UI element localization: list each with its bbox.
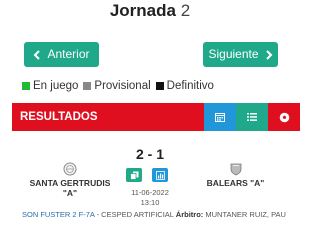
title-word: Jornada: [109, 1, 176, 20]
list-button[interactable]: [236, 103, 268, 131]
next-button[interactable]: Siguiente: [203, 42, 278, 67]
away-crest-icon: [230, 163, 241, 176]
title-number: 2: [180, 1, 191, 20]
legend-swatch: [22, 82, 30, 90]
results-bar: RESULTADOS: [12, 103, 300, 131]
away-team[interactable]: BALEARS "A": [193, 162, 278, 188]
match-time: 13:10: [140, 198, 160, 207]
legend-swatch: [83, 82, 92, 90]
match-copy-button[interactable]: [126, 168, 142, 182]
match-date: 11-06-2022: [131, 188, 169, 197]
list-icon: [247, 113, 257, 121]
referee-label: Árbitro:: [175, 210, 204, 219]
status-legend: En juego Provisional Definitivo: [22, 80, 214, 92]
bar-chart-icon: [155, 170, 165, 180]
match-score: 2 - 1: [135, 146, 164, 162]
match-stats-button[interactable]: [152, 168, 168, 182]
next-label: Siguiente: [208, 47, 259, 61]
match-datetime: 11-06-2022 13:10: [0, 188, 300, 208]
results-label: RESULTADOS: [20, 111, 98, 123]
legend-label: Definitivo: [166, 80, 214, 92]
chevron-left-icon: [34, 49, 41, 60]
legend-item-definitivo: Definitivo: [155, 80, 214, 92]
legend-swatch: [155, 82, 164, 90]
copy-icon: [129, 171, 138, 180]
venue-field-link[interactable]: SON FUSTER 2 F-7A: [22, 210, 95, 219]
previous-label: Anterior: [47, 47, 90, 61]
away-team-name: BALEARS "A": [206, 178, 265, 188]
calendar-button[interactable]: [204, 103, 236, 131]
previous-button[interactable]: Anterior: [24, 42, 99, 67]
calendar-icon: [215, 113, 225, 122]
legend-item-provisional: Provisional: [83, 80, 151, 92]
ball-icon: [279, 112, 289, 122]
page-title: Jornada 2: [0, 0, 300, 22]
legend-label: Provisional: [94, 80, 151, 92]
legend-label: En juego: [33, 80, 79, 92]
match-venue: SON FUSTER 2 F-7A - CESPED ARTIFICIAL Ár…: [22, 210, 286, 219]
home-crest-icon: [63, 162, 77, 176]
legend-item-en-juego: En juego: [22, 80, 78, 92]
referee-name: MUNTANER RUIZ, PAU: [203, 210, 286, 219]
ball-button[interactable]: [268, 103, 300, 131]
chevron-right-icon: [265, 49, 272, 60]
venue-surface: - CESPED ARTIFICIAL: [94, 210, 176, 219]
